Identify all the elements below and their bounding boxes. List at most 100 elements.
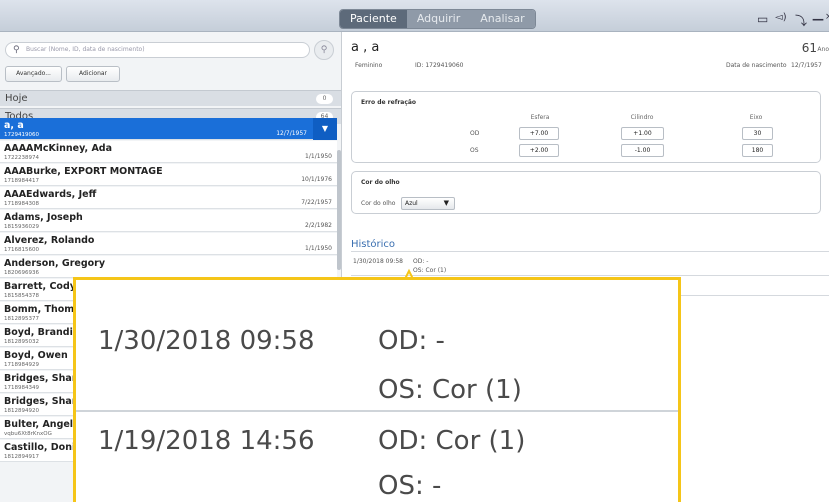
group-today-label: Hoje — [5, 93, 28, 104]
patient-dob: 12/7/1957 — [791, 62, 822, 69]
search-placeholder: Buscar (Nome, ID, data de nascimento) — [26, 46, 145, 53]
patient-row-id: 1815936029 — [4, 224, 39, 230]
patient-row-name: Boyd, Brandi — [4, 327, 73, 338]
dob-label: Data de nascimento — [726, 62, 787, 69]
eye-color-value: Azul — [405, 200, 418, 207]
tab-analisar[interactable]: Analisar — [470, 10, 535, 28]
history-divider — [351, 275, 829, 276]
zoom-time-2: 1/19/2018 14:56 — [98, 426, 315, 456]
wrench-icon[interactable]: ⤵ — [795, 12, 807, 29]
volume-icon[interactable]: ◅) — [775, 12, 787, 23]
close-icon[interactable]: × — [825, 12, 829, 22]
od-eixo-field[interactable]: 30 — [742, 127, 773, 140]
top-toolbar: Paciente Adquirir Analisar ▭ ◅) ⤵ — × — [0, 0, 829, 32]
patient-row[interactable]: AAAAMcKinney, Ada 1722238974 1/1/1950 — [0, 141, 337, 163]
patient-row-id: vqbu6Xt8rKnxOG — [4, 431, 52, 437]
tab-adquirir[interactable]: Adquirir — [406, 10, 471, 28]
history-divider — [351, 251, 829, 252]
search-icon: ⚲ — [13, 45, 20, 55]
eye-color-title: Cor do olho — [361, 179, 400, 186]
patient-row-name: Adams, Joseph — [4, 212, 83, 223]
search-input[interactable]: ⚲ Buscar (Nome, ID, data de nascimento) — [5, 42, 310, 58]
history-od: OD: - — [413, 258, 429, 265]
group-today[interactable]: Hoje 0 — [0, 90, 341, 106]
patient-row-dob: 10/1/1976 — [301, 176, 332, 183]
patient-row-dob: 7/22/1957 — [301, 199, 332, 206]
os-cilindro-field[interactable]: -1.00 — [621, 144, 664, 157]
chevron-down-icon: ▼ — [443, 199, 449, 207]
history-os: OS: Cor (1) — [413, 267, 447, 274]
patient-row-dob: 1/1/1950 — [305, 153, 332, 160]
zoom-od-2: OD: Cor (1) — [378, 426, 526, 456]
patient-row-name: Bridges, Shar — [4, 373, 77, 384]
patient-row-name: Barrett, Cody — [4, 281, 76, 292]
patient-age-unit: Ano — [817, 46, 829, 53]
patient-row-id: 1716815600 — [4, 247, 39, 253]
patient-row-name: Bulter, Angel — [4, 419, 74, 430]
patient-row[interactable]: Alverez, Rolando 1716815600 1/1/1950 — [0, 233, 337, 255]
patient-row-id: 1718984929 — [4, 362, 39, 368]
eye-color-panel: Cor do olho Cor do olho Azul ▼ — [351, 171, 821, 214]
od-esfera-field[interactable]: +7.00 — [519, 127, 559, 140]
col-esfera: Esfera — [530, 114, 550, 121]
patient-row-name: AAAEdwards, Jeff — [4, 189, 97, 200]
patient-row-name: a, a — [4, 120, 24, 131]
zoom-divider — [76, 410, 678, 412]
patient-row-id: 1812895032 — [4, 339, 39, 345]
patient-row-id: 1718984417 — [4, 178, 39, 184]
patient-row[interactable]: AAABurke, EXPORT MONTAGE 1718984417 10/1/1… — [0, 164, 337, 186]
patient-row[interactable]: AAAEdwards, Jeff 1718984308 7/22/1957 — [0, 187, 337, 209]
patient-row-id: 1718984349 — [4, 385, 39, 391]
patient-row-name: Bridges, Shar — [4, 396, 77, 407]
history-title: Histórico — [351, 239, 396, 250]
zoom-os-2: OS: - — [378, 471, 442, 501]
patient-row[interactable]: Adams, Joseph 1815936029 2/2/1982 — [0, 210, 337, 232]
patient-row-dob: 1/1/1950 — [305, 245, 332, 252]
patient-row-id: 1820696936 — [4, 270, 39, 276]
patient-row-name: Castillo, Doni — [4, 442, 76, 453]
row-os-label: OS — [470, 147, 479, 154]
patient-row-name: Anderson, Gregory — [4, 258, 106, 269]
patient-row-id: 1812894920 — [4, 408, 39, 414]
group-today-count: 0 — [316, 94, 333, 104]
refraction-title: Erro de refração — [361, 99, 417, 106]
mode-tabs: Paciente Adquirir Analisar — [339, 9, 536, 29]
patient-row-name: AAAAMcKinney, Ada — [4, 143, 113, 154]
patient-name: a , a — [351, 40, 380, 55]
patient-row-name: AAABurke, EXPORT MONTAGE — [4, 166, 163, 177]
display-icon[interactable]: ▭ — [757, 12, 768, 26]
search-button[interactable]: ⚲ — [314, 40, 334, 60]
patient-row-dob: 2/2/1982 — [305, 222, 332, 229]
scrollbar[interactable] — [337, 150, 341, 270]
od-cilindro-field[interactable]: +1.00 — [621, 127, 664, 140]
zoom-od-1: OD: - — [378, 326, 445, 356]
col-cilindro: Cilindro — [630, 114, 654, 121]
patient-row[interactable]: a, a 1729419060 12/7/1957 ▼ — [0, 118, 337, 140]
advanced-button[interactable]: Avançado... — [5, 66, 62, 82]
os-eixo-field[interactable]: 180 — [742, 144, 773, 157]
os-esfera-field[interactable]: +2.00 — [519, 144, 559, 157]
eye-color-select[interactable]: Azul ▼ — [401, 197, 455, 210]
patient-sex: Feminino — [355, 62, 383, 69]
app-window: Paciente Adquirir Analisar ▭ ◅) ⤵ — × ⚲ … — [0, 0, 829, 502]
history-time: 1/30/2018 09:58 — [353, 258, 403, 265]
eye-color-label: Cor do olho — [361, 200, 396, 207]
patient-row-id: 1722238974 — [4, 155, 39, 161]
row-menu-chevron-icon[interactable]: ▼ — [313, 118, 337, 140]
minimize-icon[interactable]: — — [812, 12, 824, 26]
patient-row[interactable]: Anderson, Gregory 1820696936 — [0, 256, 337, 278]
add-patient-button[interactable]: Adicionar — [66, 66, 120, 82]
patient-row-name: Alverez, Rolando — [4, 235, 95, 246]
patient-row-name: Boyd, Owen — [4, 350, 68, 361]
patient-row-id: 1815854378 — [4, 293, 39, 299]
patient-row-dob: 12/7/1957 — [276, 130, 307, 137]
refraction-panel: Erro de refração Esfera Cilindro Eixo OD… — [351, 91, 821, 163]
zoom-time-1: 1/30/2018 09:58 — [98, 326, 315, 356]
patient-row-name: Bomm, Thom — [4, 304, 75, 315]
patient-row-id: 1812895377 — [4, 316, 39, 322]
col-eixo: Eixo — [749, 114, 763, 121]
tab-paciente[interactable]: Paciente — [340, 10, 407, 28]
patient-row-id: 1718984308 — [4, 201, 39, 207]
patient-row-id: 1729419060 — [4, 132, 39, 138]
patient-id: ID: 1729419060 — [415, 62, 464, 69]
